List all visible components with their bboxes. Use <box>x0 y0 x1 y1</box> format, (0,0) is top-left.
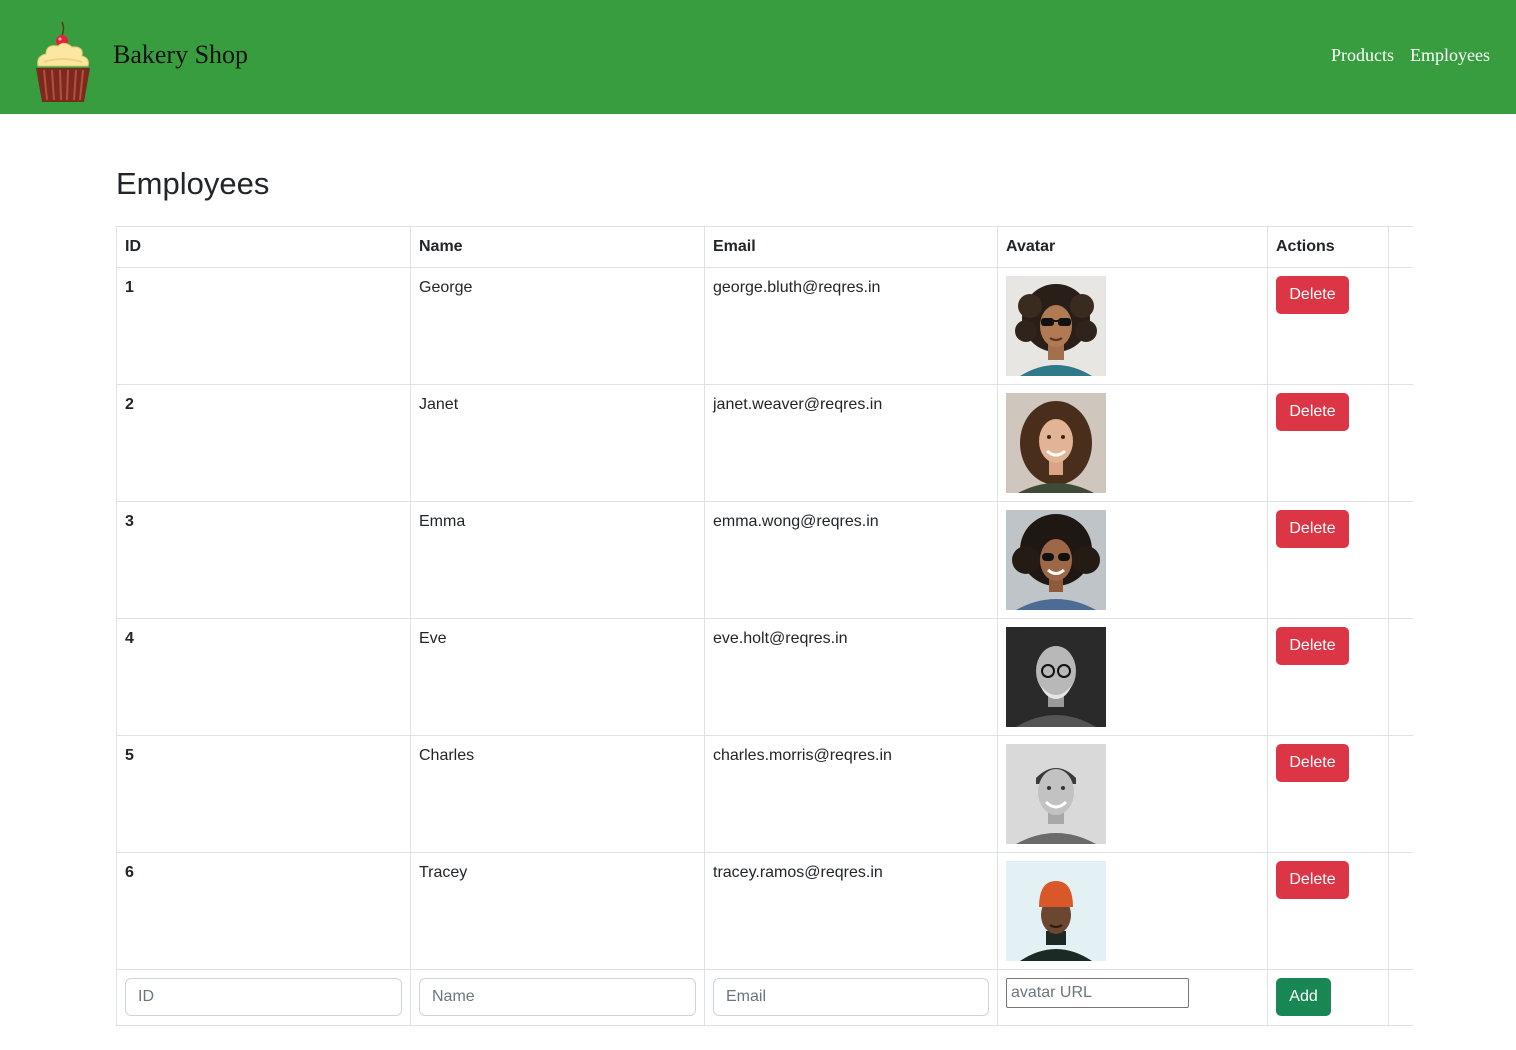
cell-id-input <box>116 969 411 1026</box>
avatar <box>1006 744 1106 844</box>
table-row: 1 George george.bluth@reqres.in Delete <box>116 267 1413 385</box>
cell-add: Add <box>1267 969 1389 1026</box>
nav-link-products[interactable]: Products <box>1331 45 1394 66</box>
cell-actions: Delete <box>1267 384 1389 502</box>
table-row: 5 Charles charles.morris@reqres.in Delet… <box>116 735 1413 853</box>
cell-name: Emma <box>410 501 705 619</box>
cupcake-icon[interactable] <box>32 18 94 104</box>
add-employee-row: Add <box>116 969 1413 1026</box>
cell-name: Janet <box>410 384 705 502</box>
cell-actions: Delete <box>1267 501 1389 619</box>
delete-button[interactable]: Delete <box>1276 627 1349 665</box>
avatar-url-input[interactable] <box>1006 978 1189 1008</box>
cell-name-input <box>410 969 705 1026</box>
cell-actions: Delete <box>1267 852 1389 970</box>
cell-name: Eve <box>410 618 705 736</box>
table-row: 4 Eve eve.holt@reqres.in Delete <box>116 618 1413 736</box>
cell-email: eve.holt@reqres.in <box>704 618 998 736</box>
cell-id: 2 <box>116 384 411 502</box>
cell-actions: Delete <box>1267 267 1389 385</box>
cell-empty <box>1388 267 1413 385</box>
cell-email: janet.weaver@reqres.in <box>704 384 998 502</box>
cell-empty <box>1388 852 1413 970</box>
cell-id: 1 <box>116 267 411 385</box>
cell-id: 5 <box>116 735 411 853</box>
delete-button[interactable]: Delete <box>1276 393 1349 431</box>
cell-avatar <box>997 735 1268 853</box>
cell-email-input <box>704 969 998 1026</box>
cell-email: emma.wong@reqres.in <box>704 501 998 619</box>
delete-button[interactable]: Delete <box>1276 510 1349 548</box>
avatar <box>1006 276 1106 376</box>
cell-email: charles.morris@reqres.in <box>704 735 998 853</box>
delete-button[interactable]: Delete <box>1276 861 1349 899</box>
cell-empty <box>1388 618 1413 736</box>
email-input[interactable] <box>713 978 989 1016</box>
header-empty <box>1388 226 1413 268</box>
avatar <box>1006 510 1106 610</box>
table-header-row: ID Name Email Avatar Actions <box>116 226 1413 268</box>
cell-empty <box>1388 735 1413 853</box>
cell-avatar <box>997 852 1268 970</box>
delete-button[interactable]: Delete <box>1276 744 1349 782</box>
cell-id: 3 <box>116 501 411 619</box>
cell-email: tracey.ramos@reqres.in <box>704 852 998 970</box>
nav-link-employees[interactable]: Employees <box>1410 45 1490 66</box>
cell-id: 4 <box>116 618 411 736</box>
add-button[interactable]: Add <box>1276 978 1331 1016</box>
avatar <box>1006 627 1106 727</box>
cell-avatar-input <box>997 969 1268 1026</box>
header-avatar: Avatar <box>997 226 1268 268</box>
brand-name[interactable]: Bakery Shop <box>113 40 248 70</box>
cell-empty <box>1388 501 1413 619</box>
cell-email: george.bluth@reqres.in <box>704 267 998 385</box>
cell-avatar <box>997 384 1268 502</box>
cell-empty <box>1388 384 1413 502</box>
cell-name: Tracey <box>410 852 705 970</box>
header-actions: Actions <box>1267 226 1389 268</box>
cell-actions: Delete <box>1267 618 1389 736</box>
cell-avatar <box>997 267 1268 385</box>
cell-actions: Delete <box>1267 735 1389 853</box>
navbar: Bakery Shop Products Employees <box>0 0 1516 114</box>
cell-avatar <box>997 501 1268 619</box>
header-name: Name <box>410 226 705 268</box>
cell-id: 6 <box>116 852 411 970</box>
table-row: 2 Janet janet.weaver@reqres.in Delete <box>116 384 1413 502</box>
cell-name: George <box>410 267 705 385</box>
cell-avatar <box>997 618 1268 736</box>
header-id: ID <box>116 226 411 268</box>
cell-empty <box>1388 969 1413 1026</box>
id-input[interactable] <box>125 978 402 1016</box>
page-title: Employees <box>116 166 270 201</box>
table-row: 6 Tracey tracey.ramos@reqres.in Delete <box>116 852 1413 970</box>
delete-button[interactable]: Delete <box>1276 276 1349 314</box>
avatar <box>1006 861 1106 961</box>
name-input[interactable] <box>419 978 696 1016</box>
avatar <box>1006 393 1106 493</box>
employees-table: ID Name Email Avatar Actions 1 George ge… <box>116 226 1413 1026</box>
header-email: Email <box>704 226 998 268</box>
table-row: 3 Emma emma.wong@reqres.in Delete <box>116 501 1413 619</box>
cell-name: Charles <box>410 735 705 853</box>
